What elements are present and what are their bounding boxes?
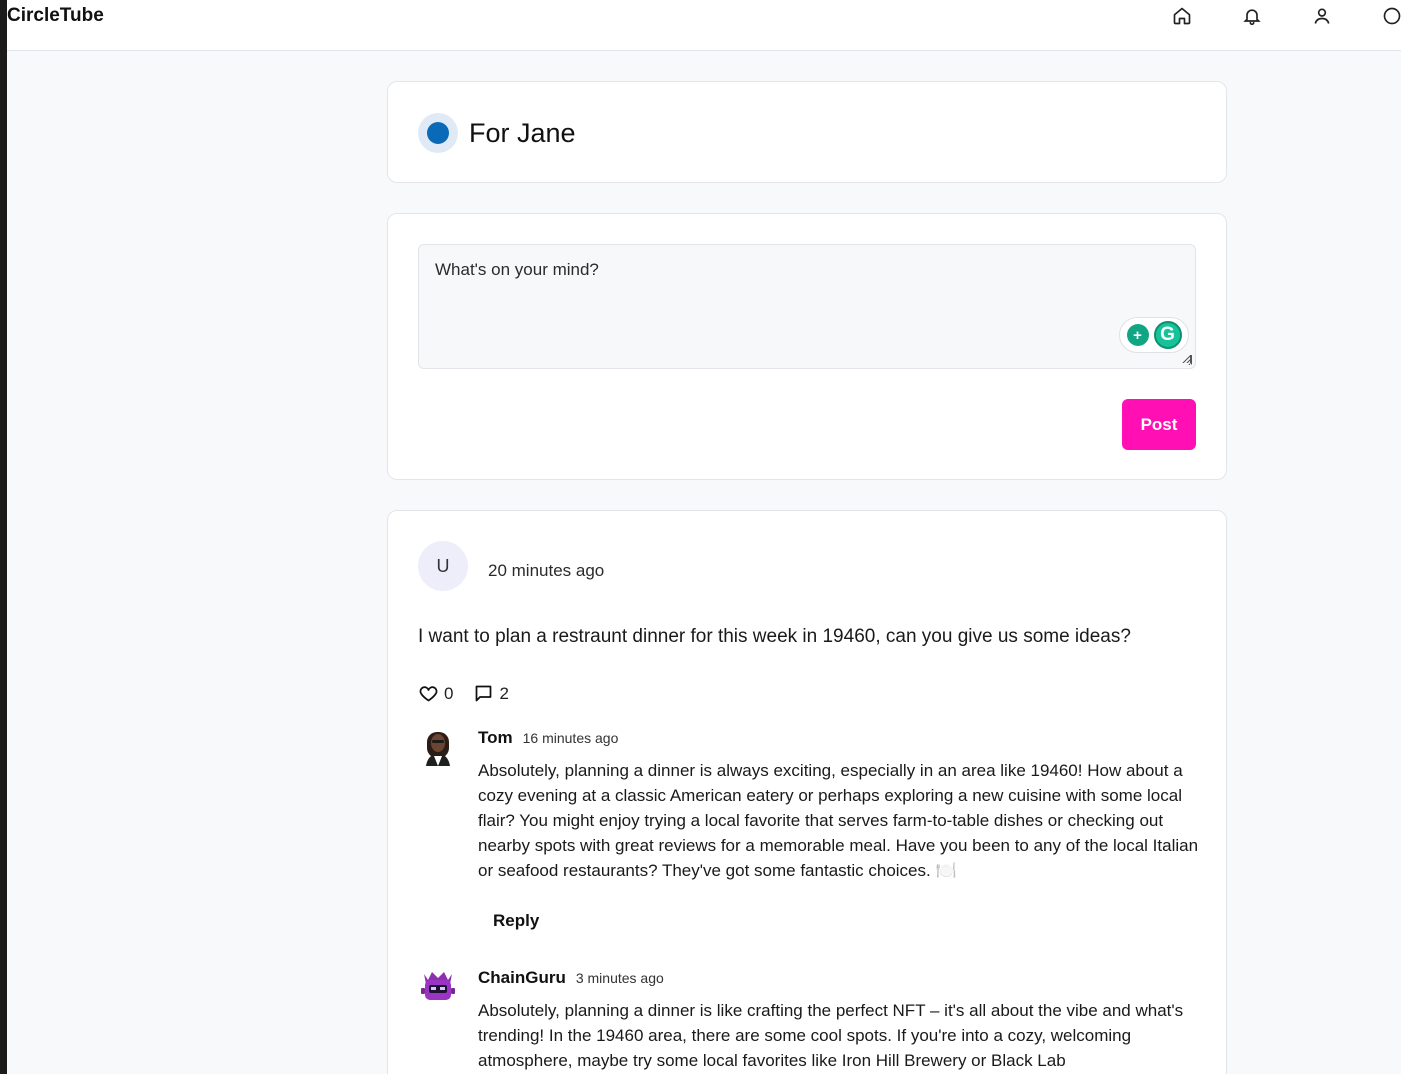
reply-button[interactable]: Reply [478, 903, 554, 939]
grammarly-widget[interactable]: + G [1119, 317, 1189, 353]
grammarly-icon[interactable]: G [1153, 321, 1182, 349]
comment-item: ChainGuru 3 minutes ago Absolutely, plan… [418, 966, 1208, 1074]
user-icon[interactable] [1311, 5, 1333, 27]
comment-count: 2 [499, 683, 509, 703]
comment-item: Tom 16 minutes ago Absolutely, planning … [418, 726, 1208, 946]
comment-text: Absolutely, planning a dinner is always … [478, 761, 1199, 880]
comment-timestamp: 16 minutes ago [522, 730, 619, 746]
window-edge [0, 0, 7, 1074]
post-button[interactable]: Post [1122, 399, 1196, 450]
channel-header-card: For Jane [387, 81, 1227, 183]
comment-text: Absolutely, planning a dinner is like cr… [478, 1001, 1184, 1070]
brand-logo[interactable]: CircleTube [7, 5, 104, 27]
heart-icon [419, 686, 438, 702]
lightbulb-icon[interactable]: + [1126, 324, 1149, 346]
compose-card: What's on your mind? + G Post [387, 213, 1227, 480]
avatar[interactable] [418, 726, 458, 766]
comment-author[interactable]: ChainGuru [478, 968, 566, 988]
bell-icon[interactable] [1241, 5, 1263, 27]
comment-button[interactable]: 2 [473, 683, 509, 704]
post-card: U 20 minutes ago I want to plan a restra… [387, 510, 1227, 1074]
circle-icon[interactable] [1381, 5, 1401, 27]
resize-handle-icon[interactable] [1182, 355, 1192, 365]
home-icon[interactable] [1171, 5, 1193, 27]
avatar[interactable] [418, 966, 458, 1006]
comment-header: Tom 16 minutes ago [478, 728, 618, 748]
comment-header: ChainGuru 3 minutes ago [478, 968, 664, 988]
post-actions: 0 2 [418, 683, 509, 704]
post-timestamp: 20 minutes ago [488, 561, 605, 580]
like-count: 0 [444, 683, 454, 703]
compose-placeholder: What's on your mind? [435, 260, 599, 279]
channel-avatar [418, 113, 458, 153]
like-button[interactable]: 0 [418, 683, 453, 704]
page-title: For Jane [469, 118, 576, 148]
comment-icon [476, 685, 492, 702]
channel-dot-icon [427, 122, 449, 144]
comment-author[interactable]: Tom [478, 728, 513, 748]
compose-textarea[interactable]: What's on your mind? + G [418, 244, 1196, 369]
avatar[interactable]: U [418, 541, 468, 591]
top-bar: CircleTube [7, 0, 1401, 51]
comment-timestamp: 3 minutes ago [575, 970, 664, 986]
post-body: I want to plan a restraunt dinner for th… [418, 626, 1131, 647]
